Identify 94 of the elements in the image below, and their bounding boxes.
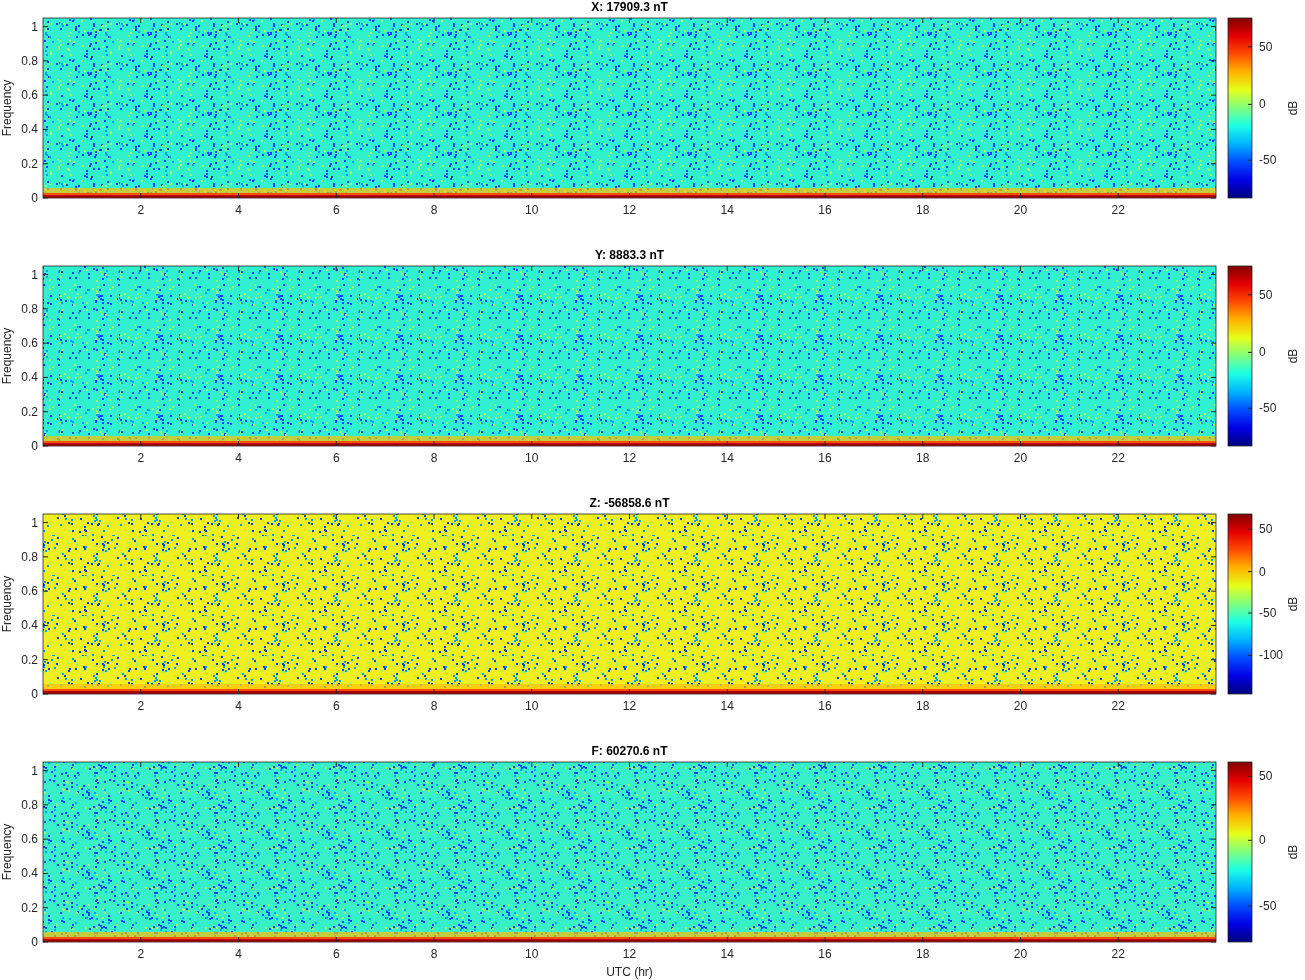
tick-label: 18 <box>916 203 930 217</box>
tick-label: -50 <box>1259 606 1277 620</box>
tick-label: 1 <box>31 267 38 282</box>
tick-label: 0.6 <box>21 832 38 847</box>
tick-label: 22 <box>1111 451 1125 465</box>
tick-label: 0.8 <box>21 53 38 68</box>
tick-label: 0.4 <box>21 866 38 881</box>
axis-label: UTC (hr) <box>606 965 653 979</box>
tick-label: 4 <box>235 203 242 217</box>
tick-label: 0.8 <box>21 301 38 316</box>
tick-label: 8 <box>430 203 438 217</box>
axis-label: dB <box>1286 596 1300 612</box>
tick-label: 50 <box>1259 287 1273 302</box>
tick-label: 0.8 <box>21 549 38 564</box>
tick-label: 1 <box>31 19 38 34</box>
tick-label: 12 <box>622 203 637 217</box>
tick-label: 50 <box>1259 522 1273 537</box>
tick-label: -50 <box>1259 899 1277 913</box>
tick-label: 8 <box>430 451 438 465</box>
axis-label: Frequency <box>0 327 14 385</box>
tick-label: 2 <box>137 699 145 713</box>
tick-label: 0.6 <box>21 584 38 599</box>
tick-label: 8 <box>430 699 438 713</box>
tick-label: 18 <box>916 699 930 713</box>
tick-label: 50 <box>1259 39 1273 54</box>
axis-label: dB <box>1286 100 1300 116</box>
tick-label: 10 <box>525 451 539 465</box>
tick-label: 0 <box>31 191 38 205</box>
tick-label: 6 <box>332 203 340 217</box>
tick-label: -50 <box>1259 153 1277 168</box>
tick-label: 12 <box>622 947 637 961</box>
tick-label: 0.2 <box>21 652 38 667</box>
tick-label: 0.6 <box>21 88 38 103</box>
tick-label: 4 <box>235 699 242 713</box>
axis-label: Frequency <box>0 575 14 633</box>
tick-label: 14 <box>720 699 734 713</box>
tick-label: 4 <box>235 451 242 465</box>
tick-label: 0 <box>31 687 38 701</box>
tick-label: 0 <box>1259 345 1266 360</box>
tick-label: 0 <box>31 439 38 453</box>
tick-label: 1 <box>31 515 38 530</box>
tick-label: 10 <box>525 699 539 713</box>
tick-label: 0.4 <box>21 122 38 137</box>
axis-label: Frequency <box>0 79 14 137</box>
tick-label: 0.6 <box>21 336 38 351</box>
tick-label: 0 <box>1259 833 1266 848</box>
tick-label: 20 <box>1013 451 1028 465</box>
plot-title: Z: -56858.6 nT <box>589 496 670 510</box>
tick-label: 22 <box>1111 203 1125 217</box>
tick-label: 20 <box>1013 947 1028 961</box>
tick-label: 16 <box>818 699 832 713</box>
tick-label: 0.4 <box>21 618 38 633</box>
tick-label: 18 <box>916 947 930 961</box>
tick-label: 16 <box>818 203 832 217</box>
tick-label: 14 <box>720 947 734 961</box>
plot-title: F: 60270.6 nT <box>591 744 668 758</box>
plot-title: X: 17909.3 nT <box>591 0 668 14</box>
tick-label: 8 <box>430 947 438 961</box>
axis-label: Frequency <box>0 823 14 881</box>
tick-label: 6 <box>332 699 340 713</box>
tick-label: 10 <box>525 947 539 961</box>
tick-label: 50 <box>1259 769 1273 784</box>
tick-label: 18 <box>916 451 930 465</box>
tick-label: 0.8 <box>21 797 38 812</box>
tick-label: 6 <box>332 451 340 465</box>
tick-label: -50 <box>1259 401 1277 416</box>
tick-label: 16 <box>818 947 832 961</box>
tick-label: 0.2 <box>21 404 38 419</box>
plot-title: Y: 8883.3 nT <box>594 248 665 262</box>
tick-label: 1 <box>31 763 38 778</box>
tick-label: 0 <box>31 935 38 949</box>
tick-label: 12 <box>622 451 637 465</box>
tick-label: 2 <box>137 947 145 961</box>
tick-label: 22 <box>1111 947 1125 961</box>
tick-label: 2 <box>137 451 145 465</box>
tick-label: 2 <box>137 203 145 217</box>
tick-label: 0.2 <box>21 900 38 915</box>
tick-label: 4 <box>235 947 242 961</box>
tick-label: 16 <box>818 451 832 465</box>
tick-label: 10 <box>525 203 539 217</box>
tick-label: 0.2 <box>21 156 38 171</box>
axis-label: dB <box>1286 844 1300 860</box>
tick-label: 6 <box>332 947 340 961</box>
tick-label: 14 <box>720 203 734 217</box>
tick-label: 0.4 <box>21 370 38 385</box>
tick-label: -100 <box>1259 648 1284 663</box>
tick-label: 14 <box>720 451 734 465</box>
tick-label: 20 <box>1013 699 1028 713</box>
tick-label: 0 <box>1259 97 1266 112</box>
tick-label: 0 <box>1259 564 1266 579</box>
axis-label: dB <box>1286 348 1300 364</box>
tick-label: 12 <box>622 699 637 713</box>
tick-label: 22 <box>1111 699 1125 713</box>
tick-label: 20 <box>1013 203 1028 217</box>
